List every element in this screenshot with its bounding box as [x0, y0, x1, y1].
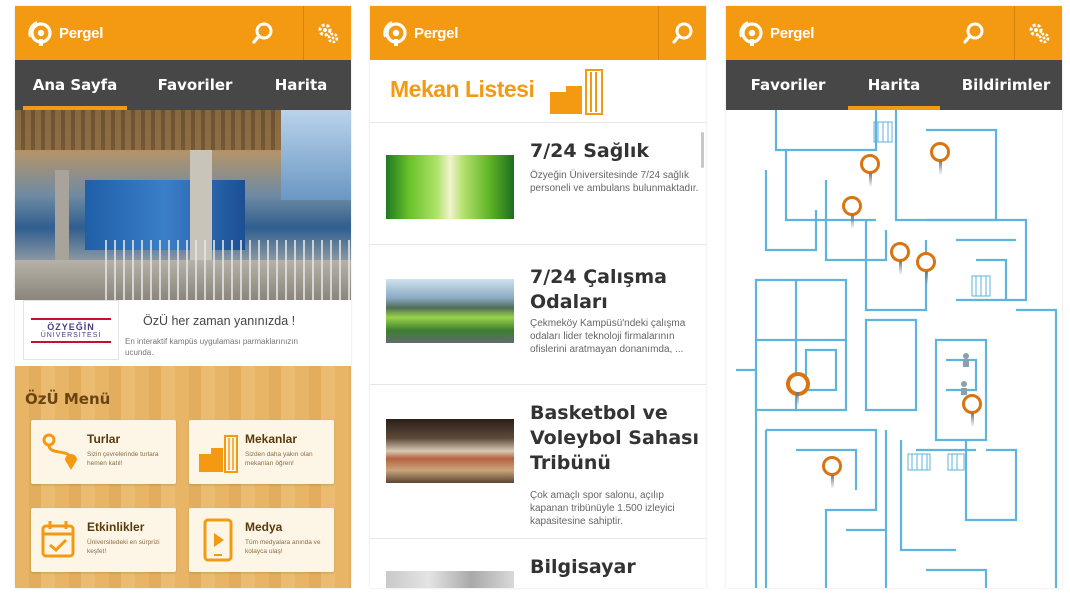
menu-title: ÖzÜ Menü: [25, 390, 111, 408]
university-banner: ÖZYEĞİN ÜNİVERSİTESİ ÖzÜ her zaman yanın…: [15, 300, 351, 366]
buildings-icon: [199, 435, 238, 473]
menu-tile-mekanlar[interactable]: Mekanlar Sizden daha yakın olan mekanlar…: [189, 420, 334, 484]
venue-thumbnail: [386, 279, 514, 343]
pergel-logo-icon: [739, 21, 763, 46]
tagline: ÖzÜ her zaman yanınızda !: [143, 314, 296, 328]
gear-icon: [1029, 23, 1049, 44]
settings-button[interactable]: [303, 6, 351, 60]
tab-bildirimler[interactable]: Bildirimler: [954, 60, 1058, 110]
venue-title: 7/24 Sağlık: [530, 140, 649, 162]
search-button[interactable]: [239, 6, 287, 60]
app-bar: Pergel: [370, 6, 706, 60]
app-name: Pergel: [414, 24, 459, 42]
map-pin[interactable]: [916, 252, 936, 285]
university-logo: ÖZYEĞİN ÜNİVERSİTESİ: [23, 300, 119, 360]
gear-icon: [318, 23, 338, 44]
tab-ana-sayfa[interactable]: Ana Sayfa: [23, 60, 127, 110]
campus-floor-map[interactable]: [726, 110, 1062, 588]
list-item[interactable]: 7/24 Çalışma Odaları Çekmeköy Kampüsü'nd…: [370, 244, 706, 384]
campus-photo: [15, 110, 351, 300]
list-item[interactable]: Basketbol ve Voleybol Sahası Tribünü Çok…: [370, 384, 706, 538]
calendar-icon: [41, 521, 75, 558]
map-pin[interactable]: [822, 456, 842, 489]
subtagline: En interaktif kampüs uygulaması parmakla…: [125, 337, 298, 357]
venue-thumbnail: [386, 419, 514, 483]
pergel-logo-icon: [28, 21, 52, 46]
venue-thumbnail: [386, 571, 514, 588]
menu-tile-medya[interactable]: Medya Tüm medyalara anında ve kolayca ul…: [189, 508, 334, 572]
app-logo[interactable]: Pergel: [738, 18, 814, 48]
venue-title: 7/24 Çalışma Odaları: [530, 266, 667, 313]
ozu-menu: ÖzÜ Menü Turlar Sizin çevrelerinde turla…: [15, 366, 351, 588]
app-logo[interactable]: Pergel: [382, 18, 458, 48]
home-screen: Pergel Ana Sayfa Favoriler Harita ÖZYEĞİ…: [15, 6, 351, 588]
list-item[interactable]: 7/24 Sağlık Özyeğin Üniversitesinde 7/24…: [370, 122, 706, 244]
map-pin-selected[interactable]: [786, 372, 810, 406]
map-pin[interactable]: [842, 196, 862, 229]
menu-tile-turlar[interactable]: Turlar Sizin çevrelerinde turlara hemen …: [31, 420, 176, 484]
search-button[interactable]: [658, 6, 706, 60]
settings-button[interactable]: [1014, 6, 1062, 60]
app-name: Pergel: [59, 24, 104, 42]
venue-thumbnail: [386, 155, 514, 219]
app-bar: Pergel: [15, 6, 351, 60]
venue-title: Basketbol ve Voleybol Sahası Tribünü: [530, 402, 699, 474]
list-header: Mekan Listesi: [370, 60, 706, 122]
media-play-icon: [203, 518, 233, 562]
venue-title: Bilgisayar: [530, 556, 636, 578]
app-name: Pergel: [770, 24, 815, 42]
venue-description: Çekmeköy Kampüsü'ndeki çalışma odaları l…: [530, 318, 686, 355]
tab-bar: Favoriler Harita Bildirimler: [726, 60, 1062, 110]
map-screen: Pergel Favoriler Harita Bildirimler: [726, 6, 1062, 588]
list-title: Mekan Listesi: [390, 76, 535, 102]
route-icon: [42, 433, 77, 470]
menu-tile-etkinlikler[interactable]: Etkinlikler Üniversitedeki en sürprizi k…: [31, 508, 176, 572]
tab-harita[interactable]: Harita: [848, 60, 940, 110]
tab-bar: Ana Sayfa Favoriler Harita: [15, 60, 351, 110]
list-item[interactable]: Bilgisayar: [370, 538, 706, 588]
venue-list-screen: Pergel Mekan Listesi 7/24 Sağlık Özyeğin…: [370, 6, 706, 588]
venue-description: Çok amaçlı spor salonu, açılıp kapanan t…: [530, 490, 675, 527]
search-button[interactable]: [950, 6, 998, 60]
buildings-icon: [550, 69, 603, 115]
map-pin[interactable]: [930, 142, 950, 175]
search-icon: [963, 22, 984, 44]
app-bar: Pergel: [726, 6, 1062, 60]
tab-favoriler[interactable]: Favoriler: [143, 60, 247, 110]
search-icon: [671, 22, 692, 44]
search-icon: [252, 22, 273, 44]
map-pin[interactable]: [860, 154, 880, 187]
floor-plan: [736, 110, 1058, 588]
venue-description: Özyeğin Üniversitesinde 7/24 sağlık pers…: [530, 170, 699, 194]
app-logo[interactable]: Pergel: [27, 18, 103, 48]
tab-harita[interactable]: Harita: [261, 60, 341, 110]
map-pin[interactable]: [962, 394, 982, 427]
map-pin[interactable]: [890, 242, 910, 275]
pergel-logo-icon: [383, 21, 407, 46]
scrollbar[interactable]: [701, 132, 704, 168]
tab-favoriler[interactable]: Favoriler: [736, 60, 840, 110]
